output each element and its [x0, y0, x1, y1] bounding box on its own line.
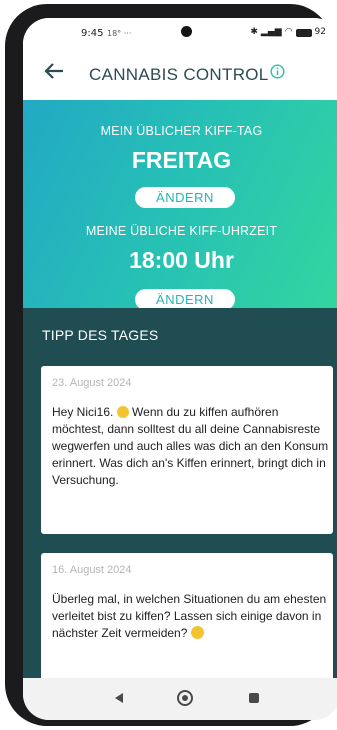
time-label: MEINE ÜBLICHE KIFF-UHRZEIT [85, 224, 278, 238]
nav-back-icon[interactable] [115, 693, 123, 703]
change-time-button[interactable]: ÄNDERN [135, 289, 235, 310]
status-icons: ✱ ▂▄▆ ◠ 92 [250, 27, 326, 37]
time-value: 18:00 Uhr [129, 247, 234, 273]
battery-icon [295, 29, 312, 37]
tips-title: TIPP DES TAGES [42, 327, 159, 343]
change-day-button[interactable]: ÄNDERN [135, 187, 235, 208]
page-title: CANNABIS CONTROL [89, 65, 269, 84]
system-nav-bar [23, 678, 337, 720]
status-temp: 18° ··· [107, 29, 132, 38]
phone-frame: 9:45 18° ··· ✱ ▂▄▆ ◠ 92 CANNABIS CONTROL [5, 4, 337, 726]
app-header: CANNABIS CONTROL [23, 48, 337, 100]
status-bar: 9:45 18° ··· ✱ ▂▄▆ ◠ 92 [23, 18, 337, 48]
tip-card: 16. August 2024 Überleg mal, in welchen … [41, 553, 333, 683]
tip-card: 23. August 2024 Hey Nici16. Wenn du zu k… [41, 366, 333, 534]
info-icon[interactable] [270, 64, 285, 79]
wifi-icon: ◠ [284, 27, 293, 37]
day-value: FREITAG [131, 147, 232, 173]
hero-panel: MEIN ÜBLICHER KIFF-TAG FREITAG ÄNDERN ME… [23, 100, 337, 310]
tip-text: Hey Nici16. Wenn du zu kiffen aufhören m… [52, 405, 329, 487]
tip-text: Überleg mal, in welchen Situationen du a… [52, 592, 327, 640]
status-time: 9:45 [81, 28, 104, 39]
nav-recents-icon[interactable] [249, 693, 259, 703]
battery-level: 92 [314, 27, 326, 37]
bluetooth-icon: ✱ [250, 27, 258, 37]
thinking-emoji-icon [190, 626, 204, 639]
day-label: MEIN ÜBLICHER KIFF-TAG [100, 124, 263, 138]
camera-hole [181, 26, 192, 37]
tip-date: 23. August 2024 [52, 377, 132, 389]
smile-emoji-icon [116, 406, 129, 418]
nav-home-icon[interactable] [177, 690, 193, 706]
tips-section: TIPP DES TAGES 23. August 2024 Hey Nici1… [23, 308, 337, 683]
screen: 9:45 18° ··· ✱ ▂▄▆ ◠ 92 CANNABIS CONTROL [23, 18, 337, 720]
back-arrow-icon[interactable] [43, 60, 65, 82]
tip-date: 16. August 2024 [52, 564, 132, 576]
signal-icon: ▂▄▆ [260, 27, 282, 37]
